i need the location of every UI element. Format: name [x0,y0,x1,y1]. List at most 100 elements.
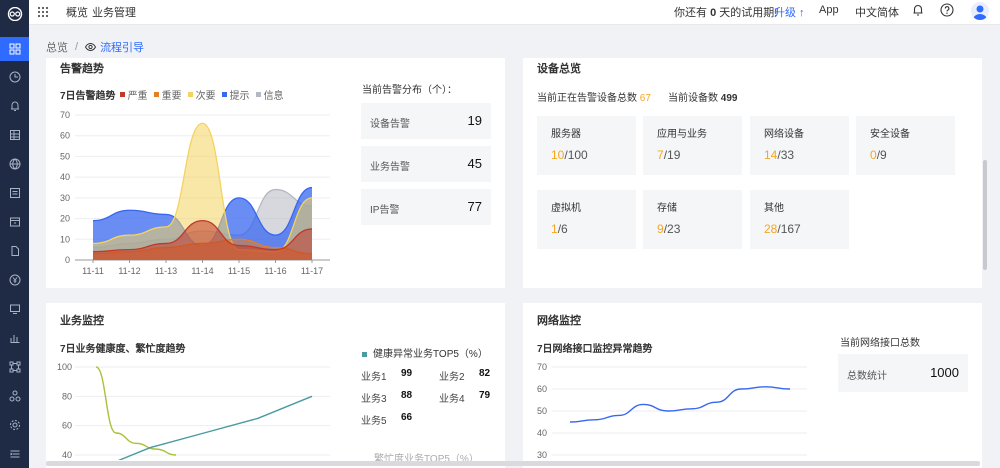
monitor-icon [9,304,20,314]
horizontal-scrollbar[interactable] [46,461,980,466]
device-card-value: 28/167 [764,222,801,236]
series-line-network [569,386,791,423]
help-icon[interactable] [940,3,954,17]
device-card-network[interactable]: 网络设备 14/33 [750,116,849,175]
device-card-application[interactable]: 应用与业务 7/19 [643,116,742,175]
gear-icon [9,420,20,430]
alarming-device-count: 67 [639,93,651,104]
ip-alarm-card[interactable]: IP告警 77 [361,189,491,225]
sidebar-item-dashboard[interactable] [0,37,29,61]
topbar: 概览 业务管理 你还有 0 天的试用期! 升级 ↑ App 中文简体 [29,0,1000,25]
sidebar-item-topology[interactable] [0,355,29,379]
arrow-up-icon: ↑ [796,7,805,19]
sidebar-item-network[interactable] [0,152,29,176]
network-trend-chart: 30 40 50 60 70 [537,362,807,460]
sidebar-collapse[interactable] [0,442,29,466]
user-avatar[interactable] [971,2,989,20]
y-tick-label: 50 [537,406,547,416]
sidebar-item-cluster[interactable] [0,384,29,408]
device-card-label: 安全设备 [870,129,910,140]
sidebar-item-alarm[interactable] [0,94,29,118]
device-alarm-label: 设备告警 [370,119,410,130]
legend-swatch [153,92,159,97]
business-chart-title: 7日业务健康度、繁忙度趋势 [60,344,186,355]
notification-bell-icon[interactable] [911,3,925,17]
legend-item-info[interactable]: 信息 [255,87,284,102]
trial-days: 0 [710,7,717,19]
sidebar-item-billing[interactable] [0,268,29,292]
device-card-value: 14/33 [764,148,794,162]
logo-icon[interactable] [0,0,29,27]
device-card-alarm-count: 7 [657,148,664,162]
device-card-total: /167 [777,222,801,236]
device-card-storage[interactable]: 存储 9/23 [643,190,742,249]
legend-swatch [221,92,227,97]
device-card-server[interactable]: 服务器 10/100 [537,116,636,175]
vertical-scrollbar[interactable] [983,160,987,270]
business-alarm-card[interactable]: 业务告警 45 [361,146,491,182]
legend-item-critical[interactable]: 严重 [119,87,148,102]
network-chart-title: 7日网络接口监控异常趋势 [537,344,653,355]
sidebar-item-window[interactable] [0,210,29,234]
sidebar-item-monitor[interactable] [0,65,29,89]
nav-business-management[interactable]: 业务管理 [92,4,136,20]
document-icon [9,188,20,198]
nav-overview[interactable]: 概览 [66,4,88,20]
legend-item-hint[interactable]: 提示 [221,87,250,102]
ip-alarm-label: IP告警 [370,205,400,216]
top5-value-4: 79 [479,390,491,401]
legend-label: 信息 [263,91,284,102]
y-tick-label: 30 [60,193,70,203]
device-card-security[interactable]: 安全设备 0/9 [856,116,955,175]
y-tick-label: 40 [537,428,547,438]
x-tick-label: 11-13 [155,266,177,276]
sidebar-item-files[interactable] [0,239,29,263]
y-tick-label: 40 [62,450,72,460]
sidebar-item-settings[interactable] [0,413,29,437]
globe-icon [9,158,20,170]
app-link[interactable]: App [819,4,839,16]
ip-alarm-value: 77 [467,199,482,214]
device-card-vm[interactable]: 虚拟机 1/6 [537,190,636,249]
alarming-device-label: 当前正在告警设备总数 [537,93,637,104]
trial-notice: 你还有 0 天的试用期! [674,4,777,20]
grid-icon [9,43,20,55]
language-select[interactable]: 中文简体 [855,4,899,20]
apps-grid-icon[interactable] [37,6,49,18]
legend-swatch [187,92,193,97]
legend-item-major[interactable]: 重要 [153,87,182,102]
device-card-label: 其他 [764,203,784,214]
cluster-icon [9,390,20,402]
sidebar-item-screen[interactable] [0,297,29,321]
device-total-count: 499 [720,93,738,104]
device-card-alarm-count: 0 [870,148,877,162]
breadcrumb-current[interactable]: 流程引导 [100,39,144,55]
health-top5-title: 健康异常业务TOP5（%） [362,345,488,360]
alarm-chart-title: 7日告警趋势 [60,91,116,102]
device-card-alarm-count: 28 [764,222,778,236]
device-card-label: 存储 [657,203,677,214]
top5-label-2: 业务2 [439,372,465,383]
device-total-label: 当前设备数 [668,93,718,104]
device-card-total: /100 [564,148,588,162]
legend-label: 严重 [127,91,148,102]
device-card-value: 10/100 [551,148,588,162]
network-total-value: 1000 [930,365,959,380]
sidebar-item-stats[interactable] [0,326,29,350]
sidebar-item-table[interactable] [0,123,29,147]
y-tick-label: 10 [60,234,70,244]
alarm-trend-chart: 0 10 20 30 40 50 60 70 11-11 11-12 11-13 11-14 11-15… [60,110,330,276]
breadcrumb-root[interactable]: 总览 [46,39,68,55]
network-total-card[interactable]: 总数统计 1000 [838,354,968,392]
device-card-other[interactable]: 其他 28/167 [750,190,849,249]
sidebar-item-report[interactable] [0,181,29,205]
device-card-alarm-count: 14 [764,148,778,162]
legend-item-minor[interactable]: 次要 [187,87,216,102]
network-panel-title: 网络监控 [537,315,581,327]
device-alarm-card[interactable]: 设备告警 19 [361,103,491,139]
device-card-label: 应用与业务 [657,129,707,140]
table-icon [9,130,20,140]
trial-prefix: 你还有 [674,7,707,19]
network-total-label: 总数统计 [847,371,887,382]
upgrade-link[interactable]: 升级 ↑ [774,4,805,20]
